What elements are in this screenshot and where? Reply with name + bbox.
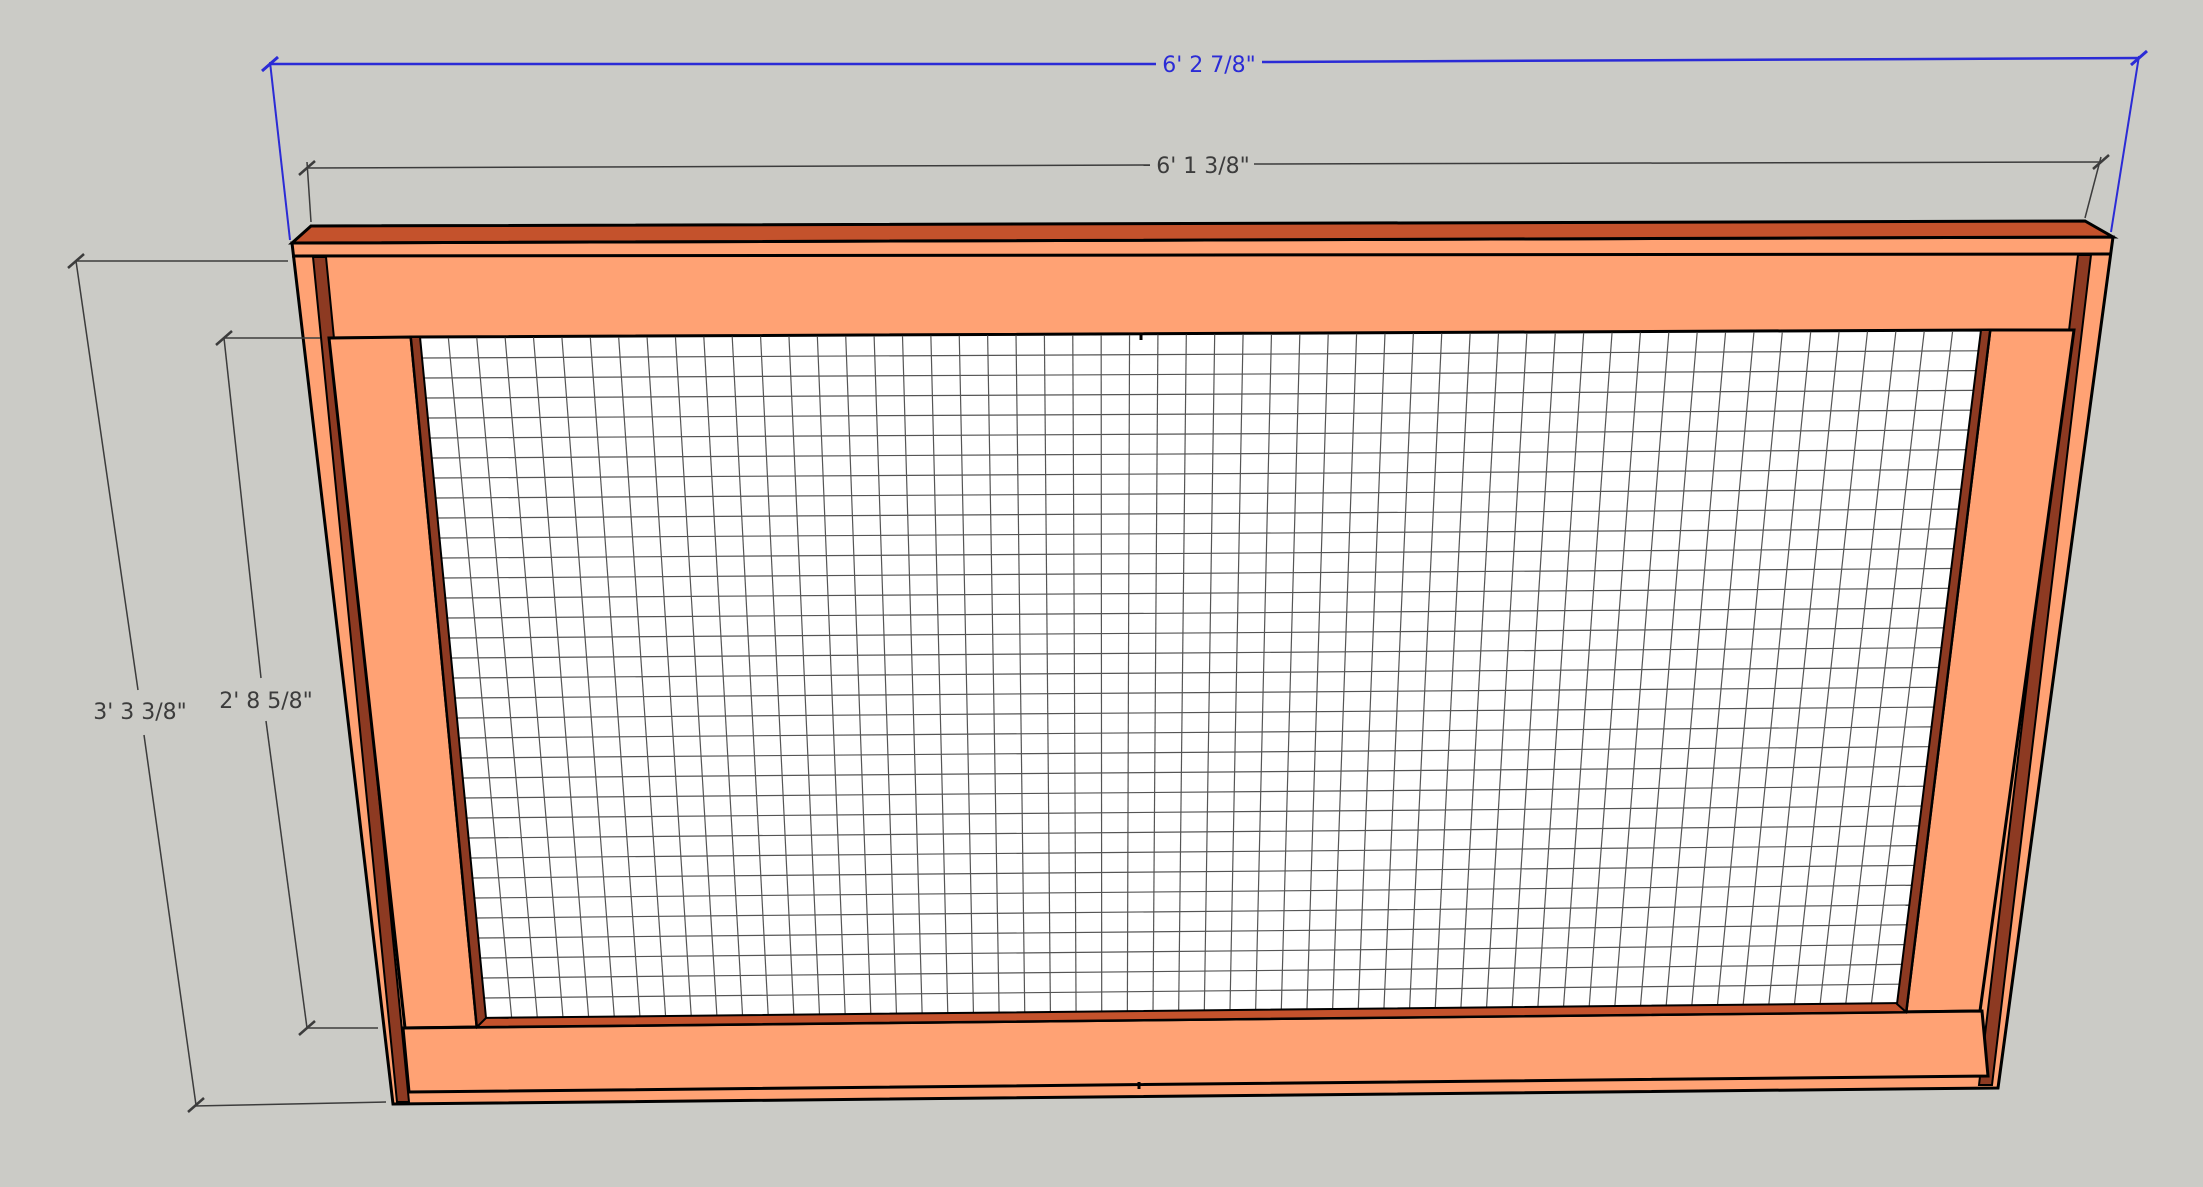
gate-frame-drawing: 6' 2 7/8" 6' 1 3/8" 3' 3 3/8" 2' 8 5/8" xyxy=(0,0,2203,1182)
overall-width-label: 6' 2 7/8" xyxy=(1162,53,1256,78)
inner-width-label: 6' 1 3/8" xyxy=(1156,154,1250,179)
overall-height-label: 3' 3 3/8" xyxy=(93,700,187,725)
drawing-canvas: 6' 2 7/8" 6' 1 3/8" 3' 3 3/8" 2' 8 5/8" xyxy=(0,0,2203,1182)
top-board-lower-edge xyxy=(291,252,2112,258)
inner-height-label: 2' 8 5/8" xyxy=(219,689,313,714)
